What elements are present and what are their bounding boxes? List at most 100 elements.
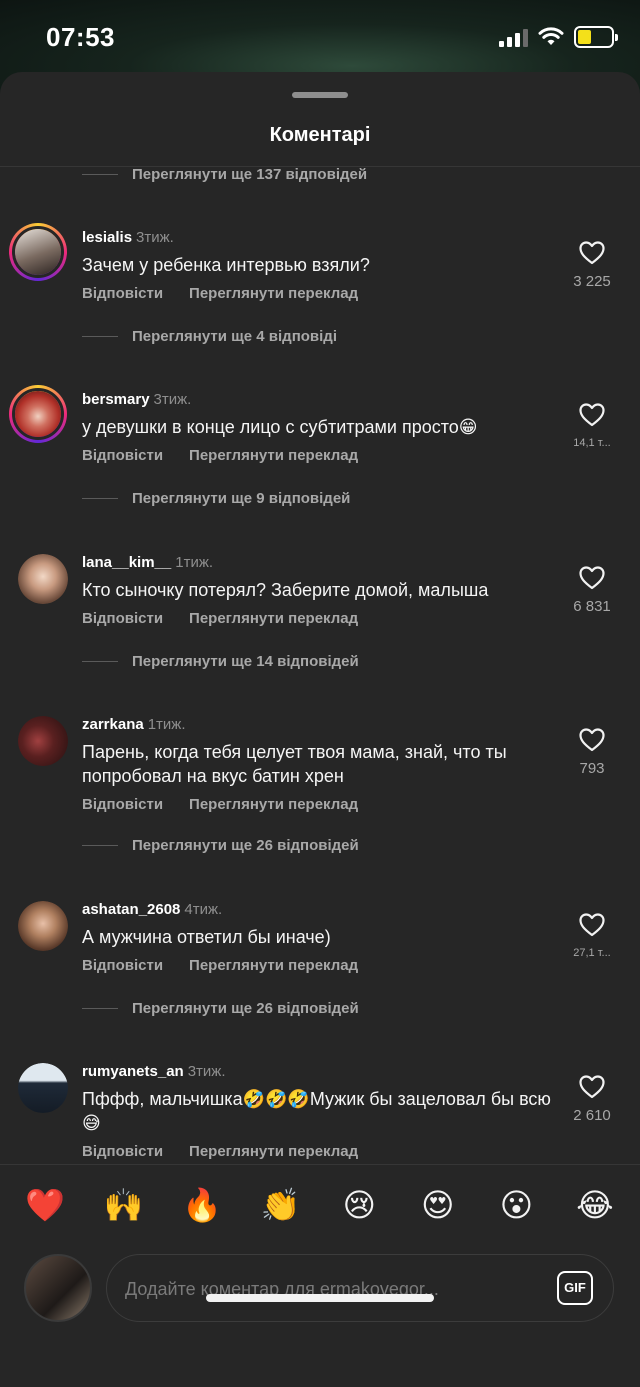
like-count: 3 225 <box>573 273 611 290</box>
view-replies-link[interactable]: Переглянути ще 26 відповідей <box>82 837 359 854</box>
comment-actions: Відповісти Переглянути переклад <box>82 610 358 627</box>
battery-icon <box>574 26 618 48</box>
status-bar: 07:53 <box>0 0 640 78</box>
cellular-signal-icon <box>499 27 528 47</box>
comment-actions: Відповісти Переглянути переклад <box>82 285 358 302</box>
emoji-fire-button[interactable]: 🔥 <box>179 1185 225 1225</box>
emoji-tears-of-joy-button[interactable]: 😂 <box>572 1185 618 1225</box>
view-replies-link[interactable]: Переглянути ще 137 відповідей <box>82 166 367 183</box>
comment-text: Пффф, мальчишка🤣🤣🤣Мужик бы зацеловал бы … <box>82 1089 551 1133</box>
translate-button[interactable]: Переглянути переклад <box>189 1143 358 1160</box>
username[interactable]: zarrkana <box>82 716 144 733</box>
like-count: 14,1 т... <box>573 437 611 449</box>
comment-actions: Відповісти Переглянути переклад <box>82 957 358 974</box>
comment-meta: bersmary 3тиж. <box>82 391 191 408</box>
view-replies-label: Переглянути ще 137 відповідей <box>132 166 368 183</box>
emoji-clapping-hands-button[interactable]: 👏 <box>258 1185 304 1225</box>
avatar[interactable] <box>18 554 68 604</box>
timestamp: 3тиж. <box>136 229 174 246</box>
comment-meta: rumyanets_an 3тиж. <box>82 1063 226 1080</box>
view-replies-link[interactable]: Переглянути ще 26 відповідей <box>82 1000 359 1017</box>
status-time: 07:53 <box>46 22 115 52</box>
username[interactable]: rumyanets_an <box>82 1063 184 1080</box>
view-replies-label: Переглянути ще 9 відповідей <box>132 490 351 507</box>
comment-text: у девушки в конце лицо с субтитрами прос… <box>82 417 478 437</box>
like-button[interactable]: 27,1 т... <box>568 913 616 959</box>
view-replies-link[interactable]: Переглянути ще 14 відповідей <box>82 653 359 670</box>
reply-button[interactable]: Відповісти <box>82 796 163 813</box>
reply-button[interactable]: Відповісти <box>82 957 163 974</box>
translate-button[interactable]: Переглянути переклад <box>189 610 358 627</box>
avatar[interactable] <box>18 1063 68 1113</box>
comment-meta: lesialis 3тиж. <box>82 229 174 246</box>
gif-button[interactable]: GIF <box>557 1271 593 1305</box>
sheet-drag-handle[interactable] <box>292 92 348 98</box>
heart-icon <box>579 728 605 752</box>
comment-meta: lana__kim__ 1тиж. <box>82 554 213 571</box>
comment-input-container: GIF <box>106 1254 614 1322</box>
view-replies-link[interactable]: Переглянути ще 9 відповідей <box>82 490 350 507</box>
timestamp: 3тиж. <box>187 1063 226 1080</box>
emoji-red-heart-button[interactable]: ❤️ <box>22 1185 68 1225</box>
avatar[interactable] <box>9 385 67 443</box>
heart-icon <box>579 1075 605 1099</box>
translate-button[interactable]: Переглянути переклад <box>189 796 358 813</box>
translate-button[interactable]: Переглянути переклад <box>189 447 358 464</box>
like-count: 27,1 т... <box>573 947 611 959</box>
like-count: 793 <box>579 760 605 777</box>
like-button[interactable]: 14,1 т... <box>568 403 616 449</box>
emoji-raising-hands-button[interactable]: 🙌 <box>101 1185 147 1225</box>
heart-icon <box>579 241 605 265</box>
comments-sheet: Коментарі Переглянути ще 137 відповідей … <box>0 72 640 1387</box>
like-count: 2 610 <box>573 1107 611 1124</box>
username[interactable]: ashatan_2608 <box>82 901 180 918</box>
like-button[interactable]: 2 610 <box>568 1075 616 1124</box>
comment-composer: GIF <box>0 1244 640 1334</box>
avatar[interactable] <box>18 901 68 951</box>
comment-meta: ashatan_2608 4тиж. <box>82 901 222 918</box>
timestamp: 3тиж. <box>153 391 192 408</box>
heart-icon <box>579 913 605 937</box>
reply-button[interactable]: Відповісти <box>82 447 163 464</box>
comment-actions: Відповісти Переглянути переклад <box>82 796 358 813</box>
comment-actions: Відповісти Переглянути переклад <box>82 1143 358 1160</box>
comment-text: Зачем у ребенка интервью взяли? <box>82 255 370 275</box>
view-replies-link[interactable]: Переглянути ще 4 відповіді <box>82 328 337 345</box>
comment-meta: zarrkana 1тиж. <box>82 716 186 733</box>
translate-button[interactable]: Переглянути переклад <box>189 285 358 302</box>
quick-emoji-bar: ❤️ 🙌 🔥 👏 😢 😍 😮 😂 <box>0 1164 640 1244</box>
status-icons <box>499 26 618 48</box>
avatar[interactable] <box>18 716 68 766</box>
username[interactable]: bersmary <box>82 391 150 408</box>
reply-button[interactable]: Відповісти <box>82 1143 163 1160</box>
timestamp: 4тиж. <box>184 901 223 918</box>
battery-level <box>578 30 591 44</box>
home-indicator[interactable] <box>206 1294 434 1302</box>
emoji-heart-eyes-button[interactable]: 😍 <box>415 1185 461 1225</box>
like-count: 6 831 <box>573 598 611 615</box>
emoji-crying-face-button[interactable]: 😢 <box>336 1185 382 1225</box>
comment-text: Парень, когда тебя целует твоя мама, зна… <box>82 742 507 786</box>
reply-button[interactable]: Відповісти <box>82 610 163 627</box>
like-button[interactable]: 6 831 <box>568 566 616 615</box>
current-user-avatar <box>24 1254 92 1322</box>
sheet-title: Коментарі <box>269 124 371 146</box>
username[interactable]: lesialis <box>82 229 132 246</box>
view-replies-label: Переглянути ще 26 відповідей <box>132 837 359 854</box>
comments-list: Переглянути ще 137 відповідей lesialis 3т… <box>0 164 640 1164</box>
reply-button[interactable]: Відповісти <box>82 285 163 302</box>
comment-text: А мужчина ответил бы иначе) <box>82 927 331 947</box>
timestamp: 1тиж. <box>147 716 186 733</box>
wifi-icon <box>538 27 564 45</box>
comment-text: Кто сыночку потерял? Заберите домой, мал… <box>82 580 489 600</box>
emoji-surprised-face-button[interactable]: 😮 <box>493 1185 539 1225</box>
view-replies-label: Переглянути ще 26 відповідей <box>132 1000 359 1017</box>
heart-icon <box>579 566 605 590</box>
username[interactable]: lana__kim__ <box>82 554 171 571</box>
avatar[interactable] <box>9 223 67 281</box>
like-button[interactable]: 793 <box>568 728 616 777</box>
comment-actions: Відповісти Переглянути переклад <box>82 447 358 464</box>
translate-button[interactable]: Переглянути переклад <box>189 957 358 974</box>
like-button[interactable]: 3 225 <box>568 241 616 290</box>
timestamp: 1тиж. <box>175 554 214 571</box>
